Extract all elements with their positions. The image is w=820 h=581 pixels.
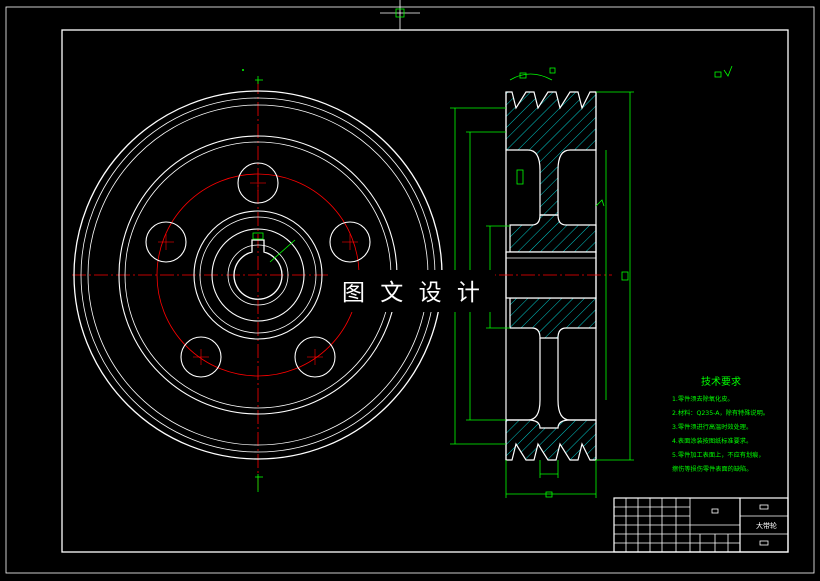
web-section-lower	[506, 338, 596, 421]
tech-requirement-line: 4.表面涂装按图纸标准要求。	[672, 437, 752, 445]
crosshair-cursor-icon	[380, 0, 420, 30]
watermark-text: 图 文 设 计	[342, 280, 484, 306]
tech-requirement-line: 2.材料：Q235-A，除有特殊说明。	[672, 409, 769, 417]
hub-section-top	[509, 214, 597, 253]
rim-section-bottom	[505, 419, 597, 461]
tech-requirement-line: 3.零件须进行高温时效处理。	[672, 423, 752, 431]
tech-requirement-line: 1.零件须去除氧化皮。	[672, 395, 734, 403]
cad-drawing-canvas: 图 文 设 计 技术要求 1.零件须去除氧化皮。 2.材料：Q235-A，除有特…	[5, 0, 815, 574]
tech-requirement-line: 擦伤等损伤零件表面的缺陷。	[672, 465, 752, 473]
rim-section-top	[505, 91, 597, 216]
tech-requirements-title: 技术要求	[701, 375, 741, 388]
hub-section-bottom	[509, 297, 597, 339]
tech-requirement-line: 5.零件加工表面上，不应有划痕，	[672, 451, 765, 459]
tech-requirements: 技术要求 1.零件须去除氧化皮。 2.材料：Q235-A，除有特殊说明。 3.零…	[672, 375, 769, 473]
title-block-part-name: 大带轮	[756, 521, 777, 530]
